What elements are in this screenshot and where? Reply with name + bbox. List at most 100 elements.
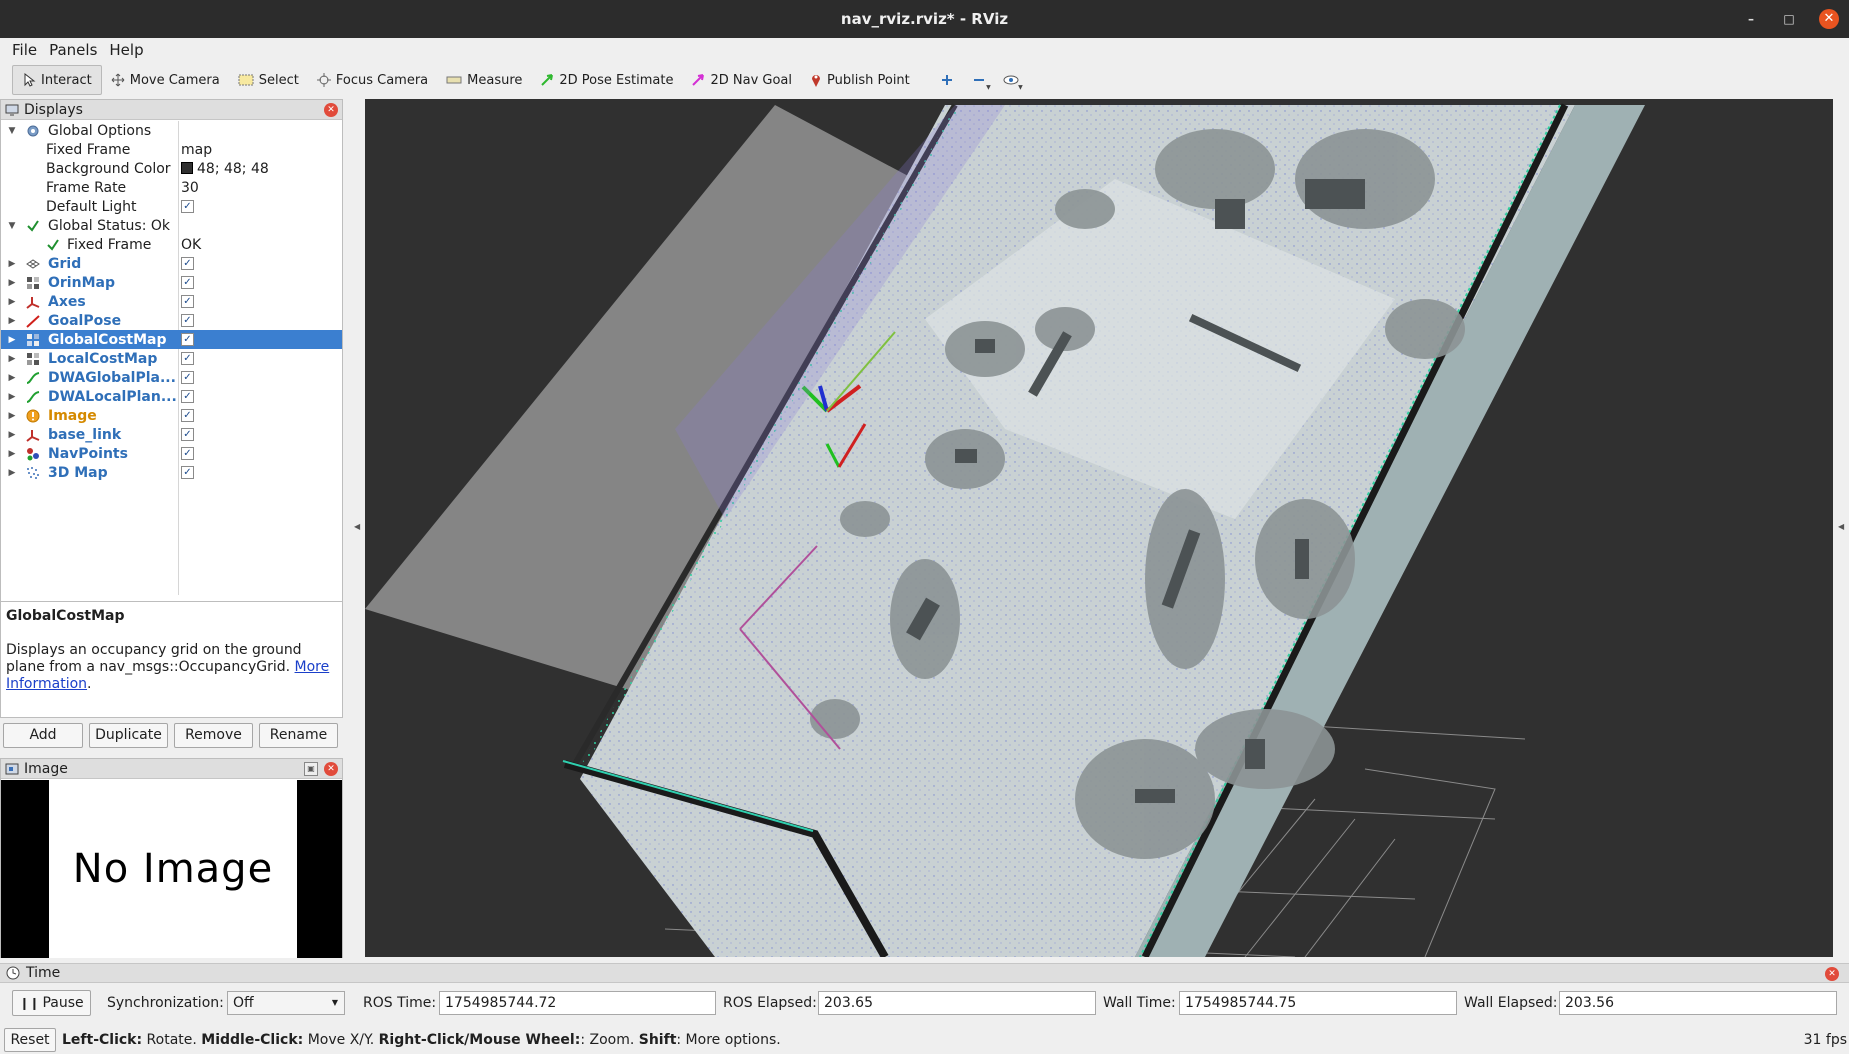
add-tool-button[interactable] <box>931 65 963 95</box>
tree-row-global-status[interactable]: ▼ Global Status: Ok <box>1 216 342 235</box>
tree-row-goalpose[interactable]: ▶ GoalPose ✓ <box>1 311 342 330</box>
add-button[interactable]: Add <box>3 722 83 748</box>
display-checkbox[interactable]: ✓ <box>181 314 194 327</box>
view-tool-button[interactable]: ▼ <box>995 65 1027 95</box>
tree-row-orinmap[interactable]: ▶ OrinMap ✓ <box>1 273 342 292</box>
display-checkbox[interactable]: ✓ <box>181 333 194 346</box>
tree-row-global-options[interactable]: ▼ Global Options <box>1 121 342 140</box>
tree-row-default-light[interactable]: Default Light ✓ <box>1 197 342 216</box>
collapse-right-icon[interactable]: ◀ <box>1838 522 1844 531</box>
expand-closed-icon[interactable]: ▶ <box>7 392 17 402</box>
duplicate-button[interactable]: Duplicate <box>89 722 168 748</box>
measure-tool-button[interactable]: Measure <box>437 65 531 95</box>
tree-row-localcostmap[interactable]: ▶ LocalCostMap ✓ <box>1 349 342 368</box>
sync-dropdown[interactable]: Off ▼ <box>227 991 345 1015</box>
display-checkbox[interactable]: ✓ <box>181 276 194 289</box>
tree-row-grid[interactable]: ▶ Grid ✓ <box>1 254 342 273</box>
tree-row-status-fixed-frame[interactable]: Fixed Frame OK <box>1 235 342 254</box>
display-checkbox[interactable]: ✓ <box>181 257 194 270</box>
focus-camera-tool-button[interactable]: Focus Camera <box>308 65 437 95</box>
expand-closed-icon[interactable]: ▶ <box>7 468 17 478</box>
pose-estimate-tool-button[interactable]: 2D Pose Estimate <box>531 65 682 95</box>
check-icon <box>25 218 41 234</box>
expand-closed-icon[interactable]: ▶ <box>7 449 17 459</box>
map-icon <box>25 351 41 367</box>
expand-closed-icon[interactable]: ▶ <box>7 354 17 364</box>
displays-panel-header: Displays ✕ <box>1 100 342 120</box>
tree-row-globalcostmap[interactable]: ▶ GlobalCostMap ✓ <box>1 330 342 349</box>
display-checkbox[interactable]: ✓ <box>181 352 194 365</box>
expand-open-icon[interactable]: ▼ <box>7 221 17 231</box>
display-checkbox[interactable]: ✓ <box>181 447 194 460</box>
close-icon[interactable]: ✕ <box>1825 967 1839 981</box>
menu-file[interactable]: File <box>6 41 43 59</box>
remove-button[interactable]: Remove <box>174 722 253 748</box>
default-light-checkbox[interactable]: ✓ <box>181 200 194 213</box>
tree-row-image[interactable]: ▶ Image ✓ <box>1 406 342 425</box>
close-window-icon[interactable]: ✕ <box>1819 9 1839 29</box>
display-checkbox[interactable]: ✓ <box>181 371 194 384</box>
expand-closed-icon[interactable]: ▶ <box>7 259 17 269</box>
select-tool-button[interactable]: Select <box>229 65 308 95</box>
expand-closed-icon[interactable]: ▶ <box>7 316 17 326</box>
display-checkbox[interactable]: ✓ <box>181 409 194 422</box>
expand-closed-icon[interactable]: ▶ <box>7 335 17 345</box>
display-checkbox[interactable]: ✓ <box>181 428 194 441</box>
pause-label: Pause <box>42 995 84 1011</box>
window-title: nav_rviz.rviz* - RViz <box>840 10 1009 28</box>
wall-elapsed-field[interactable]: 203.56 <box>1559 991 1837 1015</box>
expand-closed-icon[interactable]: ▶ <box>7 373 17 383</box>
expand-closed-icon[interactable]: ▶ <box>7 278 17 288</box>
ros-elapsed-field[interactable]: 203.65 <box>818 991 1096 1015</box>
nav-goal-tool-button[interactable]: 2D Nav Goal <box>682 65 801 95</box>
expand-open-icon[interactable]: ▼ <box>7 126 17 136</box>
display-checkbox[interactable]: ✓ <box>181 466 194 479</box>
image-panel: Image ▣ ✕ No Image <box>0 758 343 958</box>
reset-button[interactable]: Reset <box>4 1028 56 1052</box>
tree-row-navpoints[interactable]: ▶ NavPoints ✓ <box>1 444 342 463</box>
maximize-icon[interactable]: □ <box>1781 11 1797 27</box>
menu-panels[interactable]: Panels <box>43 41 103 59</box>
expand-closed-icon[interactable]: ▶ <box>7 411 17 421</box>
expand-closed-icon[interactable]: ▶ <box>7 297 17 307</box>
frame-rate-value[interactable]: 30 <box>181 180 199 196</box>
remove-tool-button[interactable]: ▼ <box>963 65 995 95</box>
publish-point-tool-button[interactable]: Publish Point <box>801 65 919 95</box>
tree-row-3d-map[interactable]: ▶ 3D Map ✓ <box>1 463 342 482</box>
toolbar: Interact Move Camera Select Focus Camera… <box>0 62 1849 98</box>
axes-icon <box>25 294 41 310</box>
minimize-icon[interactable]: – <box>1743 11 1759 27</box>
close-icon[interactable]: ✕ <box>324 762 338 776</box>
description-body: Displays an occupancy grid on the ground… <box>6 642 330 692</box>
tree-row-dwalocalplanner[interactable]: ▶ DWALocalPlan... ✓ <box>1 387 342 406</box>
move-camera-tool-button[interactable]: Move Camera <box>102 65 229 95</box>
ros-time-field[interactable]: 1754985744.72 <box>439 991 716 1015</box>
measure-label: Measure <box>467 72 523 88</box>
minus-icon <box>973 79 984 81</box>
image-panel-header: Image ▣ ✕ <box>1 759 342 779</box>
warning-icon <box>25 408 41 424</box>
fixed-frame-value[interactable]: map <box>181 142 212 158</box>
collapse-left-icon[interactable]: ◀ <box>354 522 360 531</box>
scene-render[interactable] <box>365 99 1833 957</box>
rename-button[interactable]: Rename <box>259 722 338 748</box>
tree-row-axes[interactable]: ▶ Axes ✓ <box>1 292 342 311</box>
tree-row-fixed-frame[interactable]: Fixed Frame map <box>1 140 342 159</box>
tree-row-base-link[interactable]: ▶ base_link ✓ <box>1 425 342 444</box>
map-pin-icon <box>812 75 821 87</box>
path-icon <box>25 370 41 386</box>
close-icon[interactable]: ✕ <box>324 103 338 117</box>
render-viewport[interactable] <box>365 99 1833 957</box>
undock-icon[interactable]: ▣ <box>304 762 318 776</box>
tree-row-dwaglobalplanner[interactable]: ▶ DWAGlobalPla... ✓ <box>1 368 342 387</box>
menu-help[interactable]: Help <box>103 41 149 59</box>
tree-row-background-color[interactable]: Background Color 48; 48; 48 <box>1 159 342 178</box>
tree-row-frame-rate[interactable]: Frame Rate 30 <box>1 178 342 197</box>
background-color-value[interactable]: 48; 48; 48 <box>181 161 269 177</box>
display-checkbox[interactable]: ✓ <box>181 295 194 308</box>
expand-closed-icon[interactable]: ▶ <box>7 430 17 440</box>
display-checkbox[interactable]: ✓ <box>181 390 194 403</box>
pause-button[interactable]: ❙❙ Pause <box>12 990 91 1016</box>
wall-time-field[interactable]: 1754985744.75 <box>1179 991 1457 1015</box>
interact-tool-button[interactable]: Interact <box>12 65 102 95</box>
